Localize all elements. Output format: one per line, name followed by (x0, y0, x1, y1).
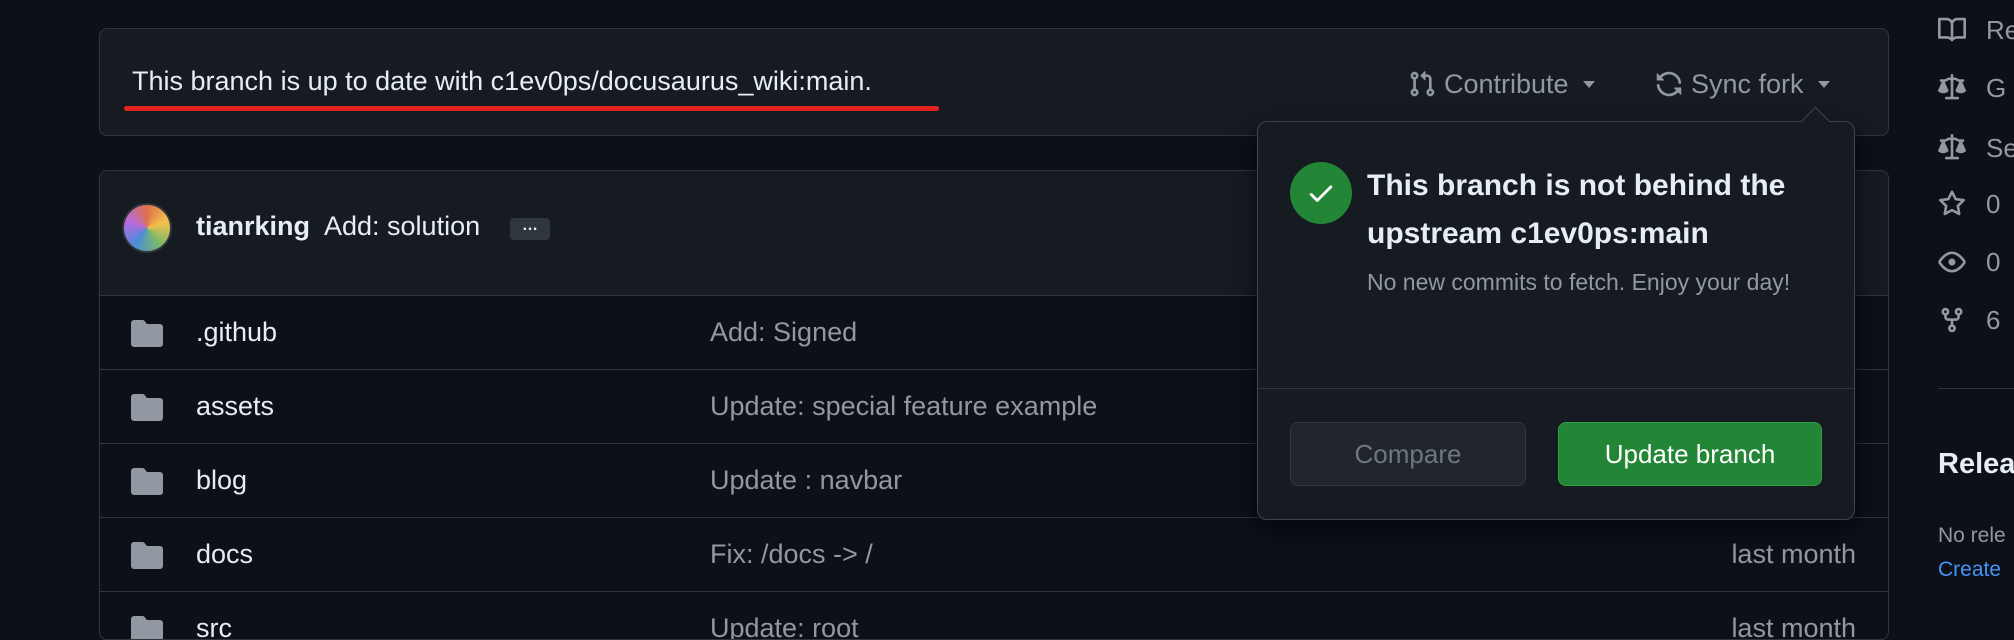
fork-icon (1941, 307, 1963, 333)
law-icon (1938, 74, 1966, 100)
file-name[interactable]: docs (196, 539, 253, 570)
folder-icon (131, 320, 163, 347)
git-pull-request-icon (1410, 71, 1435, 97)
file-name[interactable]: .github (196, 317, 277, 348)
sync-fork-button[interactable]: Sync fork (1655, 64, 1830, 104)
popover-title: This branch is not behind the upstream c… (1367, 169, 1786, 250)
popover-description: No new commits to fetch. Enjoy your day! (1367, 269, 1791, 295)
sidebar-item-label: 0 (1986, 246, 2001, 277)
divider (1938, 388, 2014, 389)
file-commit-message[interactable]: Update : navbar (710, 465, 902, 496)
file-name[interactable]: blog (196, 465, 247, 496)
eye-icon (1938, 251, 1966, 273)
commit-author[interactable]: tianrking (196, 211, 310, 242)
branch-status-message: This branch is up to date with c1ev0ps/d… (132, 66, 872, 96)
sidebar-item-label: Re (1986, 14, 2014, 45)
sync-fork-popover: This branch is not behind the upstream c… (1257, 106, 1855, 520)
commit-expand-button[interactable]: … (510, 218, 550, 240)
file-commit-message[interactable]: Update: root (710, 613, 859, 639)
update-branch-button[interactable]: Update branch (1558, 422, 1822, 486)
file-time: last month (1731, 539, 1856, 569)
releases-heading[interactable]: Relea (1938, 448, 2014, 481)
chevron-down-icon (1582, 80, 1595, 88)
table-row[interactable]: src Update: root last month (100, 591, 1888, 640)
file-name[interactable]: src (196, 613, 232, 639)
create-release-link[interactable]: Create (1938, 558, 2001, 582)
folder-icon (131, 542, 163, 569)
chevron-down-icon (1817, 80, 1830, 88)
file-commit-message[interactable]: Fix: /docs -> / (710, 539, 873, 570)
sidebar-item-label: 6 (1986, 304, 2001, 335)
sync-fork-label: Sync fork (1691, 68, 1804, 99)
commit-message[interactable]: Add: solution (324, 211, 480, 242)
sidebar-item-watchers[interactable]: 0 (1938, 242, 2000, 282)
sidebar-item-label: 0 (1986, 188, 2001, 219)
annotation-underline (124, 106, 939, 111)
table-row[interactable]: docs Fix: /docs -> / last month (100, 517, 1888, 592)
file-name[interactable]: assets (196, 391, 274, 422)
sidebar-item-readme[interactable]: Re (1938, 10, 2014, 50)
compare-button[interactable]: Compare (1290, 422, 1526, 486)
sidebar-item-license[interactable]: G (1938, 68, 2006, 108)
contribute-label: Contribute (1444, 68, 1569, 99)
law-icon (1938, 134, 1966, 160)
folder-icon (131, 468, 163, 495)
sidebar-item-forks[interactable]: 6 (1938, 300, 2000, 340)
file-commit-message[interactable]: Add: Signed (710, 317, 857, 348)
sidebar-item-label: Se (1986, 132, 2014, 163)
sidebar-item-label: G (1986, 72, 2007, 103)
file-commit-message[interactable]: Update: special feature example (710, 391, 1097, 422)
divider (1258, 388, 1854, 389)
sync-icon (1656, 71, 1682, 97)
avatar[interactable] (122, 203, 172, 253)
check-circle-icon (1290, 162, 1352, 224)
file-time: last month (1731, 613, 1856, 640)
sidebar-item-stars[interactable]: 0 (1938, 184, 2000, 224)
star-icon (1939, 190, 1965, 216)
contribute-button[interactable]: Contribute (1408, 64, 1595, 104)
no-releases-text: No rele (1938, 524, 2006, 547)
folder-icon (131, 616, 163, 639)
folder-icon (131, 394, 163, 421)
book-icon (1938, 17, 1966, 42)
sidebar-item-security[interactable]: Se (1938, 128, 2014, 168)
